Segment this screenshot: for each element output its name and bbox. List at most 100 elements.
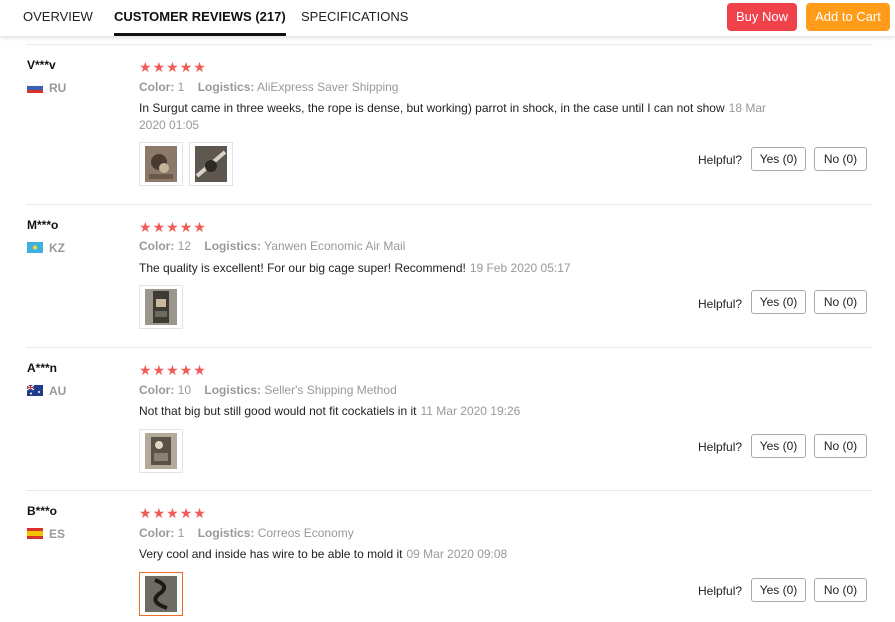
review-body: The quality is excellent! For our big ca… [139,261,466,275]
star-icon: ★ [179,362,193,378]
helpful-label: Helpful? [698,440,743,454]
star-icon: ★ [179,219,193,235]
star-icon: ★ [179,505,193,521]
helpful-no-button[interactable]: No (0) [814,290,867,314]
logistics-label: Logistics: [204,239,262,253]
color-label: Color: [139,526,175,540]
star-icon: ★ [179,59,193,75]
color-value: 12 [177,239,192,253]
logistics-value: Seller's Shipping Method [264,383,397,397]
star-icon: ★ [152,59,166,75]
helpful-label: Helpful? [698,153,743,167]
helpful-yes-button[interactable]: Yes (0) [751,147,806,171]
helpful-no-button[interactable]: No (0) [814,147,867,171]
tab-specifications[interactable]: SPECIFICATIONS [301,0,408,34]
color-label: Color: [139,80,175,94]
review-meta: Color: 1 Logistics: Correos Economy [139,526,354,540]
star-rating: ★★★★★ [139,505,207,521]
review-text: In Surgut came in three weeks, the rope … [139,100,789,134]
review-photo-thumbnail[interactable] [189,142,233,186]
star-icon: ★ [166,59,179,75]
star-icon: ★ [193,362,206,378]
review-body: Very cool and inside has wire to be able… [139,547,403,561]
tab-overview[interactable]: OVERVIEW [23,0,93,34]
country-code: RU [49,81,67,95]
review-divider [26,490,872,491]
photo-image [145,146,177,182]
logistics-value: AliExpress Saver Shipping [257,80,399,94]
review-date: 19 Feb 2020 05:17 [469,261,571,275]
photo-image [195,146,227,182]
review-body: Not that big but still good would not fi… [139,404,417,418]
russia-flag-icon [27,82,43,93]
logistics-value: Correos Economy [257,526,354,540]
star-icon: ★ [139,59,152,75]
star-icon: ★ [166,219,179,235]
review-divider [26,347,872,348]
reviewer-country: AU [27,384,66,398]
reviewer-name: V***v [27,58,56,72]
country-code: AU [49,384,67,398]
logistics-label: Logistics: [197,80,255,94]
reviewer-country: ES [27,527,65,541]
color-value: 10 [177,383,192,397]
review-date: 11 Mar 2020 19:26 [420,404,521,418]
reviewer-name: M***o [27,218,59,232]
helpful-no-button[interactable]: No (0) [814,434,867,458]
helpful-yes-button[interactable]: Yes (0) [751,290,806,314]
review-date: 09 Mar 2020 09:08 [406,547,508,561]
star-rating: ★★★★★ [139,59,207,75]
australia-flag-icon [27,385,43,396]
country-code: KZ [49,241,65,255]
reviewer-country: KZ [27,241,65,255]
star-icon: ★ [193,59,206,75]
color-value: 1 [177,80,185,94]
reviewer-name: B***o [27,504,58,518]
review-photo-thumbnail[interactable] [139,142,183,186]
star-icon: ★ [139,505,152,521]
star-icon: ★ [152,505,166,521]
star-icon: ★ [139,362,152,378]
star-icon: ★ [152,362,166,378]
review-divider [26,44,872,45]
photo-image [145,433,177,469]
color-value: 1 [177,526,185,540]
color-label: Color: [139,239,175,253]
star-icon: ★ [139,219,152,235]
logistics-label: Logistics: [197,526,255,540]
star-rating: ★★★★★ [139,362,207,378]
tab-customer-reviews[interactable]: CUSTOMER REVIEWS (217) [114,0,286,36]
star-icon: ★ [166,505,179,521]
logistics-value: Yanwen Economic Air Mail [264,239,406,253]
review-body: In Surgut came in three weeks, the rope … [139,101,725,115]
logistics-label: Logistics: [204,383,262,397]
review-divider [26,204,872,205]
star-rating: ★★★★★ [139,219,207,235]
review-meta: Color: 10 Logistics: Seller's Shipping M… [139,383,397,397]
review-photo-thumbnail[interactable] [139,285,183,329]
reviewer-name: A***n [27,361,58,375]
photo-image [145,576,177,612]
spain-flag-icon [27,528,43,539]
star-icon: ★ [152,219,166,235]
review-text: The quality is excellent! For our big ca… [139,260,789,277]
product-tab-bar: OVERVIEW CUSTOMER REVIEWS (217) SPECIFIC… [0,0,895,36]
review-meta: Color: 12 Logistics: Yanwen Economic Air… [139,239,405,253]
photo-image [145,289,177,325]
review-text: Very cool and inside has wire to be able… [139,546,789,563]
review-photo-thumbnail-selected[interactable] [139,572,183,616]
add-to-cart-button[interactable]: Add to Cart [806,3,890,31]
buy-now-button[interactable]: Buy Now [727,3,797,31]
star-icon: ★ [166,362,179,378]
helpful-label: Helpful? [698,297,743,311]
kazakhstan-flag-icon [27,242,43,253]
review-photo-thumbnail[interactable] [139,429,183,473]
helpful-no-button[interactable]: No (0) [814,578,867,602]
helpful-label: Helpful? [698,584,743,598]
helpful-yes-button[interactable]: Yes (0) [751,578,806,602]
review-meta: Color: 1 Logistics: AliExpress Saver Shi… [139,80,398,94]
helpful-yes-button[interactable]: Yes (0) [751,434,806,458]
star-icon: ★ [193,505,206,521]
review-text: Not that big but still good would not fi… [139,403,789,420]
reviewer-country: RU [27,81,66,95]
